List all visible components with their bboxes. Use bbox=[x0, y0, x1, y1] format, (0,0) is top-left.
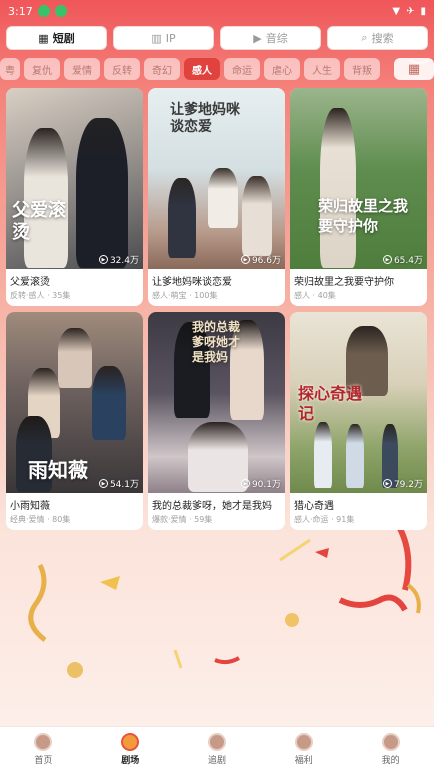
wechat-notification-icon bbox=[37, 5, 50, 17]
view-count: ▶ 90.1万 bbox=[240, 477, 281, 490]
bar-chart-icon: ▥ bbox=[151, 31, 162, 45]
category-chip[interactable]: 爱情 bbox=[64, 58, 100, 80]
nav-rewards[interactable]: 福利 bbox=[260, 727, 347, 772]
all-categories-grid-icon[interactable]: ▦ bbox=[394, 58, 434, 80]
view-count: ▶ 54.1万 bbox=[98, 477, 139, 490]
tab-search[interactable]: ⌕ 搜索 bbox=[327, 26, 428, 50]
play-icon: ▶ bbox=[240, 255, 250, 264]
tab-label: 音综 bbox=[265, 32, 288, 45]
status-bar: 3:17 ▼ ✈ ▮ bbox=[0, 0, 434, 22]
drama-poster: 雨知薇 ▶ 54.1万 bbox=[6, 312, 143, 493]
drama-card[interactable]: 雨知薇 ▶ 54.1万 小雨知薇 经典·爱情 · 80集 bbox=[6, 312, 143, 530]
nav-profile[interactable]: 我的 bbox=[347, 727, 434, 772]
nav-label: 追剧 bbox=[207, 756, 226, 766]
tab-short-drama[interactable]: ▦ 短剧 bbox=[6, 26, 107, 50]
poster-title-text: 荣归故里之我要守护你 bbox=[318, 197, 409, 235]
poster-title-text: 父爱滚烫 bbox=[12, 200, 66, 243]
status-indicators: ▼ ✈ ▮ bbox=[392, 6, 426, 17]
grid-icon: ▦ bbox=[38, 31, 49, 45]
category-chip-active[interactable]: 感人 bbox=[184, 58, 220, 80]
drama-meta: 感人·萌宝 · 100集 bbox=[152, 291, 218, 300]
poster-title-text: 我的总裁爹呀她才是我妈 bbox=[192, 320, 241, 364]
play-icon: ▶ bbox=[382, 255, 392, 264]
category-chip[interactable]: 虐心 bbox=[264, 58, 300, 80]
top-tab-bar: ▦ 短剧 ▥ IP ▶ 音综 ⌕ 搜索 bbox=[6, 26, 428, 50]
drama-meta: 感人·命运 · 91集 bbox=[294, 515, 355, 524]
play-box-icon: ▶ bbox=[253, 31, 262, 45]
drama-title: 我的总裁爹呀，她才是我妈 bbox=[152, 501, 272, 512]
drama-title: 让爹地妈咪谈恋爱 bbox=[152, 277, 232, 288]
theater-icon bbox=[121, 733, 140, 751]
tab-variety[interactable]: ▶ 音综 bbox=[220, 26, 321, 50]
drama-card[interactable]: 探心奇遇记 ▶ 79.2万 猎心奇遇 感人·命运 · 91集 bbox=[290, 312, 427, 530]
drama-title: 小雨知薇 bbox=[10, 501, 50, 512]
following-icon bbox=[207, 733, 226, 751]
drama-title: 荣归故里之我要守护你 bbox=[294, 277, 394, 288]
drama-grid: 父爱滚烫 ▶ 32.4万 父爱滚烫 反转·感人 · 35集 让爹地妈咪谈恋爱 ▶ 9… bbox=[6, 88, 428, 530]
battery-icon: ▮ bbox=[420, 5, 426, 17]
play-icon: ▶ bbox=[382, 479, 392, 488]
tab-label: 短剧 bbox=[52, 32, 75, 45]
drama-poster: 让爹地妈咪谈恋爱 ▶ 96.6万 bbox=[148, 88, 285, 269]
view-count: ▶ 32.4万 bbox=[98, 253, 139, 266]
wifi-icon: ▼ bbox=[392, 5, 401, 17]
drama-meta: 感人 · 40集 bbox=[294, 291, 336, 300]
category-chip[interactable]: 反转 bbox=[104, 58, 140, 80]
nav-label: 剧场 bbox=[121, 756, 140, 766]
search-icon: ⌕ bbox=[361, 31, 368, 44]
view-count: ▶ 65.4万 bbox=[382, 253, 423, 266]
tab-label: 搜索 bbox=[371, 32, 394, 45]
drama-poster: 探心奇遇记 ▶ 79.2万 bbox=[290, 312, 427, 493]
tab-label: IP bbox=[165, 31, 176, 45]
nav-label: 福利 bbox=[294, 756, 313, 766]
drama-title: 父爱滚烫 bbox=[10, 277, 50, 288]
category-chip[interactable]: 人生 bbox=[304, 58, 340, 80]
poster-title-text: 让爹地妈咪谈恋爱 bbox=[170, 102, 240, 135]
drama-meta: 反转·感人 · 35集 bbox=[10, 291, 71, 300]
drama-card[interactable]: 荣归故里之我要守护你 ▶ 65.4万 荣归故里之我要守护你 感人 · 40集 bbox=[290, 88, 427, 306]
drama-poster: 我的总裁爹呀她才是我妈 ▶ 90.1万 bbox=[148, 312, 285, 493]
category-filter-row: 粤 复仇 爱情 反转 奇幻 感人 命运 虐心 人生 背叛 ▦ bbox=[0, 58, 434, 80]
home-icon bbox=[34, 733, 53, 751]
gift-icon bbox=[294, 733, 313, 751]
nav-label: 首页 bbox=[34, 756, 53, 766]
drama-title: 猎心奇遇 bbox=[294, 501, 334, 512]
drama-card[interactable]: 父爱滚烫 ▶ 32.4万 父爱滚烫 反转·感人 · 35集 bbox=[6, 88, 143, 306]
play-icon: ▶ bbox=[98, 479, 108, 488]
nav-theater[interactable]: 剧场 bbox=[87, 727, 174, 772]
wechat-notification-icon bbox=[54, 5, 67, 17]
play-icon: ▶ bbox=[98, 255, 108, 264]
category-chip[interactable]: 背叛 bbox=[344, 58, 380, 80]
poster-title-text: 探心奇遇记 bbox=[298, 384, 363, 423]
category-chip[interactable]: 命运 bbox=[224, 58, 260, 80]
category-chip[interactable]: 奇幻 bbox=[144, 58, 180, 80]
category-chip[interactable]: 粤 bbox=[0, 58, 20, 80]
drama-card[interactable]: 让爹地妈咪谈恋爱 ▶ 96.6万 让爹地妈咪谈恋爱 感人·萌宝 · 100集 bbox=[148, 88, 285, 306]
drama-meta: 经典·爱情 · 80集 bbox=[10, 515, 71, 524]
category-chip[interactable]: 复仇 bbox=[24, 58, 60, 80]
bottom-navigation: 首页 剧场 追剧 福利 我的 bbox=[0, 726, 434, 772]
view-count: ▶ 79.2万 bbox=[382, 477, 423, 490]
drama-meta: 爆款·爱情 · 59集 bbox=[152, 515, 213, 524]
nav-label: 我的 bbox=[381, 756, 400, 766]
drama-poster: 父爱滚烫 ▶ 32.4万 bbox=[6, 88, 143, 269]
status-time: 3:17 bbox=[8, 4, 33, 18]
tab-ip[interactable]: ▥ IP bbox=[113, 26, 214, 50]
drama-card[interactable]: 我的总裁爹呀她才是我妈 ▶ 90.1万 我的总裁爹呀，她才是我妈 爆款·爱情 · … bbox=[148, 312, 285, 530]
nav-following[interactable]: 追剧 bbox=[174, 727, 261, 772]
view-count: ▶ 96.6万 bbox=[240, 253, 281, 266]
airplane-icon: ✈ bbox=[406, 5, 415, 17]
profile-icon bbox=[381, 733, 400, 751]
play-icon: ▶ bbox=[240, 479, 250, 488]
nav-home[interactable]: 首页 bbox=[0, 727, 87, 772]
drama-poster: 荣归故里之我要守护你 ▶ 65.4万 bbox=[290, 88, 427, 269]
